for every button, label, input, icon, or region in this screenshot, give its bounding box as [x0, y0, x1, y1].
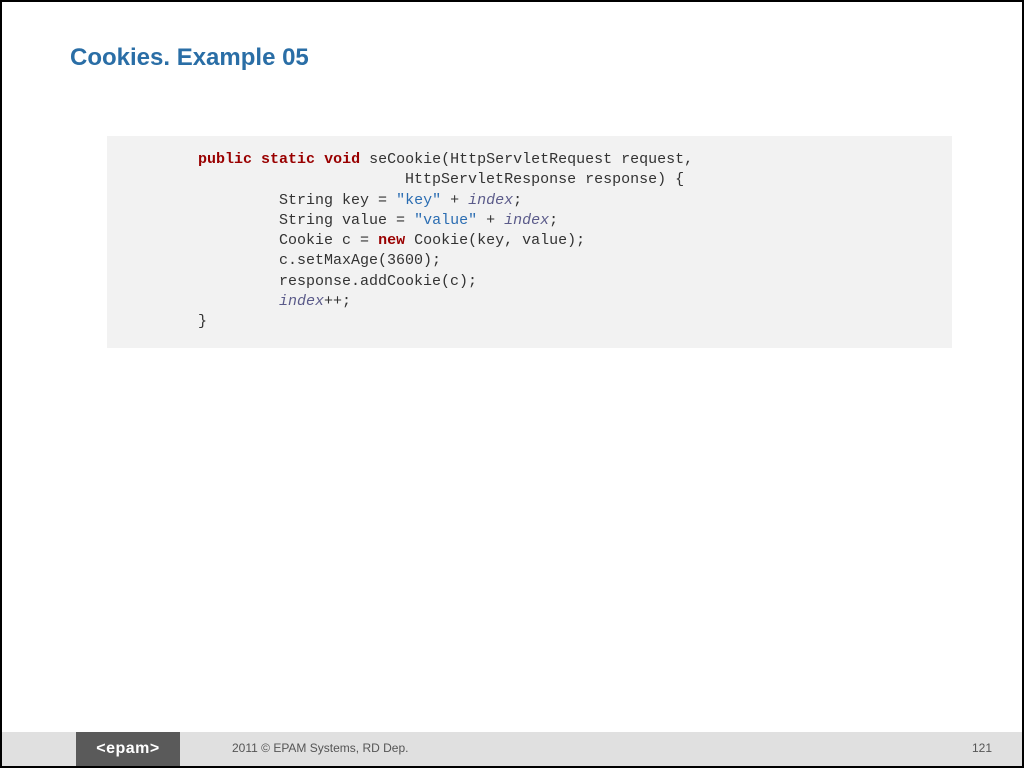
code-indent: [117, 151, 198, 168]
string-value: "value": [414, 212, 477, 229]
code-cookie-pre: Cookie c =: [279, 232, 378, 249]
code-semi: ;: [549, 212, 558, 229]
page-title: Cookies. Example 05: [70, 44, 309, 72]
code-plus: +: [477, 212, 504, 229]
code-indent: [117, 273, 279, 290]
string-key: "key": [396, 192, 441, 209]
code-maxage: c.setMaxAge(3600);: [279, 252, 441, 269]
ident-index: index: [279, 293, 324, 310]
code-inc: ++;: [324, 293, 351, 310]
footer-bar: <epam> 2011 © EPAM Systems, RD Dep. 121: [2, 732, 1022, 766]
code-indent: [117, 252, 279, 269]
ident-index: index: [468, 192, 513, 209]
code-val-pre: String value =: [279, 212, 414, 229]
code-indent: [117, 232, 279, 249]
logo: <epam>: [76, 732, 180, 766]
code-sig2: HttpServletResponse response) {: [405, 171, 684, 188]
code-plus: +: [441, 192, 468, 209]
code-indent: [117, 192, 279, 209]
keyword-static: static: [261, 151, 315, 168]
code-indent: [117, 293, 279, 310]
keyword-new: new: [378, 232, 405, 249]
code-indent: [117, 313, 198, 330]
code-key-pre: String key =: [279, 192, 396, 209]
page-number: 121: [972, 741, 992, 755]
code-indent: [117, 171, 405, 188]
keyword-void: void: [324, 151, 360, 168]
code-close: }: [198, 313, 207, 330]
copyright-text: 2011 © EPAM Systems, RD Dep.: [232, 741, 408, 755]
ident-index: index: [504, 212, 549, 229]
code-indent: [117, 212, 279, 229]
code-addcookie: response.addCookie(c);: [279, 273, 477, 290]
code-sig1: seCookie(HttpServletRequest request,: [360, 151, 693, 168]
code-semi: ;: [513, 192, 522, 209]
code-block: public static void seCookie(HttpServletR…: [107, 136, 952, 348]
code-cookie-post: Cookie(key, value);: [405, 232, 585, 249]
keyword-public: public: [198, 151, 252, 168]
slide: Cookies. Example 05 public static void s…: [2, 2, 1022, 766]
